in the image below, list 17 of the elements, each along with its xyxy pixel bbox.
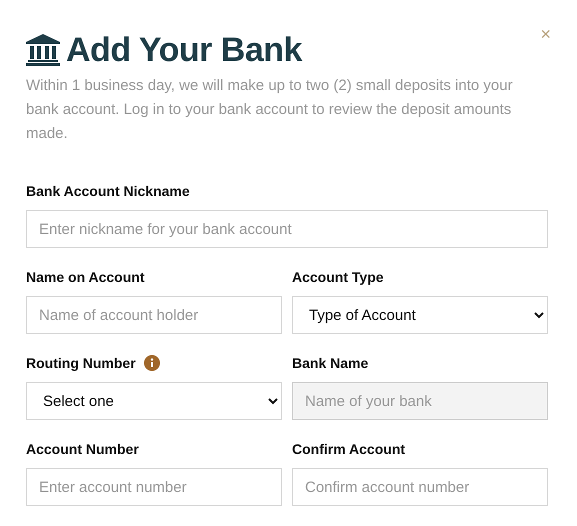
text-field[interactable]: Confirm account number [292, 468, 548, 506]
field-label: Bank Account Nickname [26, 183, 190, 199]
dropdown-field[interactable]: Select one [26, 382, 282, 420]
dialog-title: Add Your Bank [66, 30, 302, 70]
text-field[interactable]: Enter account number [26, 468, 282, 506]
field-label: Bank Name [292, 355, 368, 371]
dropdown-field[interactable]: Type of Account [292, 296, 548, 334]
field-label: Account Type [292, 269, 384, 285]
field-label: Account Number [26, 441, 139, 457]
field-label: Routing Number [26, 355, 136, 371]
text-field[interactable]: Name of account holder [26, 296, 282, 334]
bank-icon [26, 34, 60, 66]
text-field[interactable]: Enter nickname for your bank account [26, 210, 548, 248]
description-text: Within 1 business day, we will make up to two (2) small deposits into your bank account. Log in to your bank account to review the deposit amounts made. [26, 76, 514, 144]
field-label: Confirm Account [292, 441, 406, 457]
field-label: Name on Account [26, 269, 144, 285]
info-icon[interactable] [144, 355, 160, 371]
